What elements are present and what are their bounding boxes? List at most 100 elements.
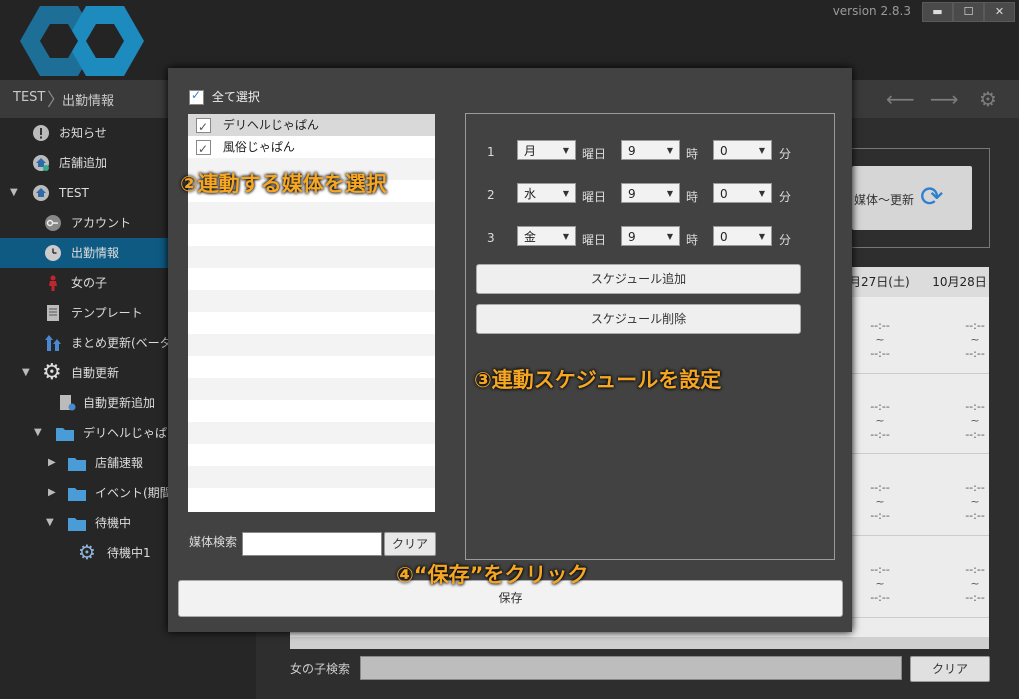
hour-unit-label: 時 <box>686 233 699 247</box>
app-logo <box>20 6 144 76</box>
folder-icon <box>68 518 86 531</box>
dropdown-arrow-icon: ▼ <box>562 232 569 241</box>
dropdown-arrow-icon: ▼ <box>666 146 673 155</box>
sidebar-item-label: イベント(期間 <box>95 486 172 500</box>
exclamation-icon <box>33 125 49 141</box>
schedule-cell[interactable]: --:-- ~ --:-- <box>945 400 1005 442</box>
sidebar-item-label: TEST <box>59 186 89 200</box>
checkbox-checked-icon[interactable] <box>189 88 204 105</box>
minute-select[interactable]: 0 ▼ <box>713 140 772 160</box>
nav-toolbar: ⟵ ⟶ ⚙ <box>875 88 1003 110</box>
media-name: 風俗じゃぱん <box>222 140 295 154</box>
collapse-arrow-icon[interactable]: ▶ <box>48 448 56 478</box>
schedule-panel <box>465 113 835 560</box>
day-select[interactable]: 月 ▼ <box>517 140 576 160</box>
girl-search-label: 女の子検索 <box>290 662 351 676</box>
refresh-icon: ⟳ <box>920 180 944 213</box>
dropdown-arrow-icon: ▼ <box>758 146 765 155</box>
schedule-cell[interactable]: --:-- ~ --:-- <box>945 481 1005 523</box>
sidebar-item-label: 待機中 <box>95 516 132 530</box>
schedule-cell[interactable]: --:-- ~ --:-- <box>850 319 910 361</box>
forward-arrow-icon[interactable]: ⟶ <box>929 88 959 110</box>
annotation-step-2: ②連動する媒体を選択 <box>180 172 387 196</box>
minute-unit-label: 分 <box>779 147 792 161</box>
maximize-button[interactable]: ☐ <box>953 2 984 22</box>
folder-icon <box>56 428 74 441</box>
key-icon <box>45 215 61 231</box>
breadcrumb-item-store[interactable]: TEST <box>13 90 45 105</box>
gears-icon: ⚙ <box>78 540 96 564</box>
dropdown-arrow-icon: ▼ <box>666 232 673 241</box>
sidebar-item-label: アカウント <box>71 216 132 230</box>
schedule-row-number: 3 <box>487 231 495 245</box>
minute-unit-label: 分 <box>779 190 792 204</box>
add-schedule-button[interactable]: スケジュール追加 <box>476 264 801 294</box>
sidebar-item-label: 自動更新追加 <box>83 396 156 410</box>
schedule-cell[interactable]: --:-- ~ --:-- <box>850 481 910 523</box>
select-all-label: 全て選択 <box>211 90 260 104</box>
schedule-cell[interactable]: --:-- ~ --:-- <box>945 563 1005 605</box>
day-select[interactable]: 金 ▼ <box>517 226 576 246</box>
list-item[interactable]: デリヘルじゃぱん <box>188 114 435 138</box>
sidebar-item-label: デリヘルじゃぱ <box>83 426 168 440</box>
select-all-checkbox[interactable]: 全て選択 <box>189 88 260 105</box>
hour-select[interactable]: 9 ▼ <box>621 140 680 160</box>
breadcrumb-item-page[interactable]: 出勤情報 <box>62 90 114 109</box>
minute-select[interactable]: 0 ▼ <box>713 226 772 246</box>
media-search-input[interactable] <box>242 532 382 556</box>
sidebar-item-label: お知らせ <box>59 126 107 140</box>
media-search-label: 媒体検索 <box>189 535 238 549</box>
clock-icon <box>45 245 61 261</box>
minimize-button[interactable]: ▬ <box>922 2 953 22</box>
sidebar-item-label: 出勤情報 <box>71 246 120 260</box>
settings-icon[interactable]: ⚙ <box>973 88 1003 110</box>
dropdown-arrow-icon: ▼ <box>562 146 569 155</box>
version-label: version 2.8.3 <box>832 4 911 18</box>
collapse-arrow-icon[interactable]: ▶ <box>48 478 56 508</box>
sidebar-item-label: テンプレート <box>71 306 143 320</box>
sidebar-item-label: 女の子 <box>71 276 108 290</box>
minute-unit-label: 分 <box>779 233 792 247</box>
close-button[interactable]: ✕ <box>984 2 1015 22</box>
dropdown-arrow-icon: ▼ <box>758 189 765 198</box>
folder-icon <box>68 458 86 471</box>
day-select[interactable]: 水 ▼ <box>517 183 576 203</box>
media-search-clear-button[interactable]: クリア <box>384 532 436 556</box>
minute-select[interactable]: 0 ▼ <box>713 183 772 203</box>
column-header: 10月28日 <box>932 275 987 289</box>
gear-icon: ⚙ <box>42 360 62 385</box>
day-unit-label: 曜日 <box>582 147 607 161</box>
home-icon <box>33 185 49 201</box>
list-item[interactable]: 風俗じゃぱん <box>188 136 435 160</box>
day-unit-label: 曜日 <box>582 190 607 204</box>
hour-select[interactable]: 9 ▼ <box>621 183 680 203</box>
checkbox-checked-icon[interactable] <box>196 116 211 138</box>
expand-arrow-icon[interactable]: ▼ <box>46 508 54 538</box>
person-icon <box>49 275 57 291</box>
document-add-icon <box>60 395 76 411</box>
delete-schedule-button[interactable]: スケジュール削除 <box>476 304 801 334</box>
media-update-button[interactable]: 媒体～更新 ⟳ <box>852 166 972 230</box>
girl-search-clear-button[interactable]: クリア <box>910 656 990 682</box>
expand-arrow-icon[interactable]: ▼ <box>34 418 42 448</box>
hour-unit-label: 時 <box>686 147 699 161</box>
media-name: デリヘルじゃぱん <box>222 118 319 132</box>
document-icon <box>47 305 59 321</box>
sidebar-item-label: まとめ更新(ベータ <box>71 336 172 350</box>
schedule-cell[interactable]: --:-- ~ --:-- <box>850 400 910 442</box>
schedule-cell[interactable]: --:-- ~ --:-- <box>850 563 910 605</box>
back-arrow-icon[interactable]: ⟵ <box>885 88 915 110</box>
hour-select[interactable]: 9 ▼ <box>621 226 680 246</box>
schedule-cell[interactable]: --:-- ~ --:-- <box>945 319 1005 361</box>
sidebar-item-label: 待機中1 <box>107 546 151 560</box>
expand-arrow-icon[interactable]: ▼ <box>22 358 30 388</box>
annotation-step-3: ③連動スケジュールを設定 <box>474 368 722 392</box>
schedule-row-number: 2 <box>487 188 495 202</box>
sidebar-item-label: 店舗速報 <box>95 456 144 470</box>
media-update-label: 媒体～更新 <box>854 193 915 207</box>
expand-arrow-icon[interactable]: ▼ <box>10 178 18 208</box>
sidebar-item-label: 自動更新 <box>71 366 120 380</box>
home-add-icon <box>33 155 49 171</box>
checkbox-checked-icon[interactable] <box>196 138 211 160</box>
girl-search-input[interactable] <box>360 656 902 680</box>
